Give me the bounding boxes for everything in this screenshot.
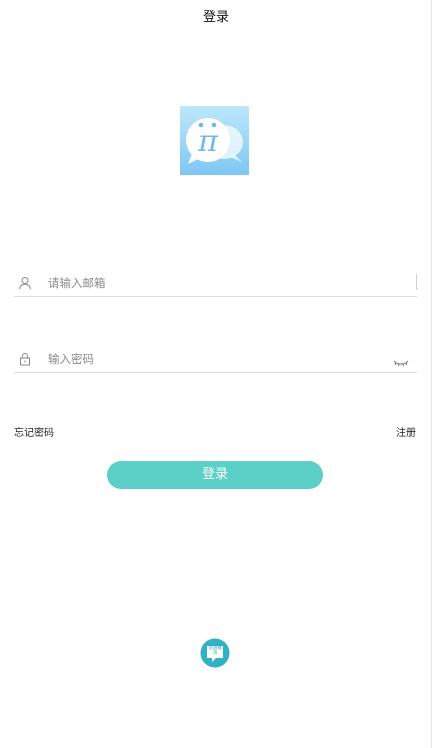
badge-label: 沼道群流 [208, 646, 222, 656]
password-field[interactable] [14, 344, 417, 373]
page-title: 登录 [202, 10, 229, 25]
login-button[interactable]: 登录 [107, 461, 323, 489]
eye-closed-icon[interactable] [393, 353, 409, 367]
email-field[interactable] [14, 268, 417, 297]
email-field-cursor-mark [416, 274, 417, 290]
pi-chat-bubble-logo-icon: π [180, 106, 249, 175]
email-input[interactable] [48, 272, 388, 294]
register-link[interactable]: 注册 [396, 424, 416, 439]
chat-bubble-badge-icon[interactable]: 沼道群流 [200, 638, 230, 668]
lock-icon [18, 351, 32, 366]
password-input[interactable] [48, 348, 388, 370]
svg-text:π: π [197, 124, 219, 159]
forgot-password-link[interactable]: 忘记密码 [14, 424, 54, 439]
user-icon [18, 275, 32, 290]
